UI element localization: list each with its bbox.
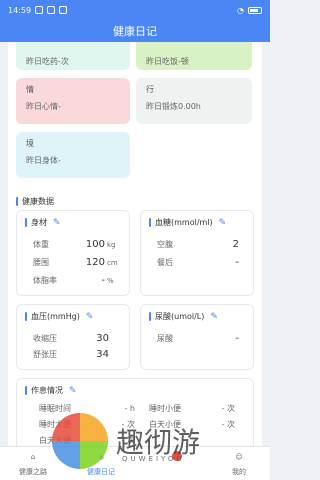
card-title-text: 血压(mmHg) (31, 312, 80, 321)
tile-title: 境 (26, 139, 34, 148)
wifi-icon: ◔ (237, 5, 244, 15)
metric-value: 100 (85, 239, 105, 250)
metric-label: 空腹 (157, 240, 173, 249)
metric-value: 120 (85, 257, 105, 268)
tab-label: 健康之路 (19, 468, 47, 476)
page-title: 健康日记 (113, 25, 157, 38)
metric-row: 收缩压 30 (33, 333, 109, 344)
edit-icon[interactable]: ✎ (219, 218, 227, 228)
metric-unit: % (107, 277, 114, 285)
metric-row: 舒张压 34 (33, 349, 109, 360)
metric-row: 体脂率 - % (33, 275, 114, 286)
mood-tile[interactable]: 情 昨日心情- (16, 78, 130, 124)
section-title-text: 健康数据 (22, 197, 54, 206)
notification-icon (35, 6, 44, 14)
title-bar (149, 312, 151, 321)
metric-label: 腰围 (33, 258, 49, 267)
edit-icon[interactable]: ✎ (53, 218, 61, 228)
metric-label: 舒张压 (33, 350, 57, 359)
card-title: 身材 ✎ (25, 217, 61, 228)
section-title: 健康数据 (16, 196, 54, 207)
watermark-subtext: QUWEIYOU (122, 455, 185, 463)
status-time: 14:59 (8, 5, 32, 15)
tile-value: 昨日吃药-次 (26, 57, 69, 66)
metric-row: 餐后 - (157, 257, 239, 268)
edit-icon[interactable]: ✎ (210, 312, 218, 322)
body-tile[interactable]: 境 昨日身体- (16, 132, 130, 178)
title-bar (25, 386, 27, 395)
meal-tile[interactable]: 昨日吃饭-顿 (136, 42, 252, 70)
page-header: 健康日记 (0, 20, 270, 42)
metric-row: 体重 100 kg (33, 239, 116, 250)
metric-value: - (101, 275, 105, 286)
edit-icon[interactable]: ✎ (86, 312, 94, 322)
battery-icon (248, 6, 262, 14)
metric-row: 尿酸 - (157, 333, 239, 344)
card-title-text: 作息情况 (31, 386, 63, 395)
watermark-logo (52, 413, 108, 469)
card-title-text: 血糖(mmol/ml) (155, 218, 213, 227)
blood-pressure-card: 血压(mmHg) ✎ 收缩压 30 舒张压 34 (16, 304, 130, 370)
card-title: 尿酸(umol/L) ✎ (149, 311, 218, 322)
tile-value: 昨日锻炼0.00h (146, 102, 201, 111)
metric-value: 34 (96, 349, 109, 360)
notification-icon (59, 6, 68, 14)
metric-label: 尿酸 (157, 334, 173, 343)
watermark: 趣彻游 QUWEIYOU (52, 405, 262, 477)
card-title: 血糖(mmol/ml) ✎ (149, 217, 226, 228)
uric-acid-card: 尿酸(umol/L) ✎ 尿酸 - (140, 304, 254, 370)
exercise-tile[interactable]: 行 昨日锻炼0.00h (136, 78, 252, 124)
tile-value: 昨日身体- (26, 156, 61, 165)
tab-health-road[interactable]: ⌂ 健康之路 (8, 453, 58, 477)
metric-label: 餐后 (157, 258, 173, 267)
title-bar (25, 312, 27, 321)
card-title: 血压(mmHg) ✎ (25, 311, 93, 322)
status-bar: 14:59 ◔ (0, 0, 270, 20)
metric-value: - (235, 333, 239, 344)
notification-icon (47, 6, 56, 14)
metric-unit: kg (107, 241, 116, 249)
metric-label: 收缩压 (33, 334, 57, 343)
title-bar (16, 197, 18, 206)
card-title: 作息情况 ✎ (25, 385, 77, 396)
tile-value: 昨日心情- (26, 102, 61, 111)
tile-title: 情 (26, 85, 34, 94)
blood-sugar-card: 血糖(mmol/ml) ✎ 空腹 2 餐后 - (140, 210, 254, 296)
home-icon: ⌂ (30, 453, 36, 461)
status-left: 14:59 (8, 5, 68, 15)
edit-icon[interactable]: ✎ (69, 386, 77, 396)
tile-title: 行 (146, 85, 154, 94)
metric-value: 2 (232, 239, 239, 250)
card-title-text: 身材 (31, 218, 47, 227)
metric-label: 体重 (33, 240, 49, 249)
metric-value: 30 (96, 333, 109, 344)
metric-unit: cm (107, 259, 118, 267)
status-right: ◔ (237, 6, 262, 15)
title-bar (25, 218, 27, 227)
card-title-text: 尿酸(umol/L) (155, 312, 205, 321)
tile-value: 昨日吃饭-顿 (146, 57, 189, 66)
metric-row: 空腹 2 (157, 239, 239, 250)
metric-row: 腰围 120 cm (33, 257, 118, 268)
title-bar (149, 218, 151, 227)
metric-value: - (235, 257, 239, 268)
content-scroll[interactable]: 昨日吃药-次 昨日吃饭-顿 情 昨日心情- 行 昨日锻炼0.00h 境 昨日身体… (0, 42, 270, 446)
medicine-tile[interactable]: 昨日吃药-次 (16, 42, 130, 70)
body-card: 身材 ✎ 体重 100 kg 腰围 120 cm 体脂率 - % (16, 210, 130, 296)
metric-label: 体脂率 (33, 276, 57, 285)
